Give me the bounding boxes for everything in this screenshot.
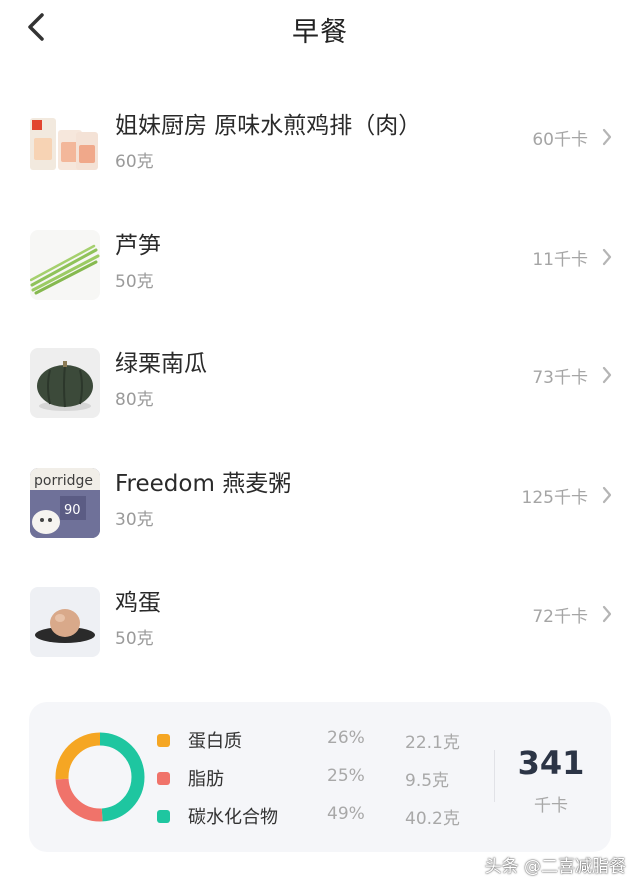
macro-name: 脂肪	[188, 769, 224, 790]
macro-row-carbs: 碳水化合物 49% 40.2克	[157, 803, 487, 833]
food-item-3[interactable]: 绿栗南瓜 80克 73千卡	[0, 338, 640, 448]
food-name: 姐妹厨房 原味水煎鸡排（肉）	[115, 113, 422, 139]
macro-name: 碳水化合物	[188, 807, 278, 828]
food-calories: 60千卡	[532, 130, 588, 150]
total-calories-unit: 千卡	[534, 796, 568, 816]
food-calories: 125千卡	[521, 488, 588, 508]
macro-percent: 26%	[327, 728, 365, 748]
svg-text:porridge: porridge	[34, 473, 93, 489]
macro-row-protein: 蛋白质 26% 22.1克	[157, 727, 487, 757]
fat-color-dot	[157, 772, 170, 785]
summary-divider	[494, 750, 495, 802]
food-calories: 11千卡	[532, 250, 588, 270]
chicken-breast-package-thumbnail	[30, 110, 100, 180]
macro-percent: 25%	[327, 766, 365, 786]
macro-grams: 22.1克	[405, 733, 460, 753]
macro-grams: 9.5克	[405, 771, 450, 791]
chevron-right-icon	[602, 248, 612, 266]
food-name: 芦笋	[115, 233, 161, 259]
pumpkin-thumbnail	[30, 348, 100, 418]
food-weight: 80克	[115, 390, 154, 410]
food-calories: 72千卡	[532, 607, 588, 627]
food-item-4[interactable]: porridge 90 Freedom 燕麦粥 30克 125千卡	[0, 458, 640, 568]
nutrition-summary-card: 蛋白质 26% 22.1克 脂肪 25% 9.5克 碳水化合物 49% 40.2…	[29, 702, 611, 852]
macro-name: 蛋白质	[188, 731, 242, 752]
total-calories: 341	[517, 744, 585, 782]
chevron-right-icon	[602, 128, 612, 146]
food-calories: 73千卡	[532, 368, 588, 388]
chevron-right-icon	[602, 486, 612, 504]
carbs-color-dot	[157, 810, 170, 823]
food-weight: 30克	[115, 510, 154, 530]
chevron-right-icon	[602, 605, 612, 623]
nav-header: 早餐	[0, 0, 640, 60]
food-item-5[interactable]: 鸡蛋 50克 72千卡	[0, 577, 640, 687]
svg-text:90: 90	[64, 503, 81, 518]
page-title: 早餐	[292, 17, 348, 48]
macro-grams: 40.2克	[405, 809, 460, 829]
porridge-package-thumbnail: porridge 90	[30, 468, 100, 538]
food-name: 绿栗南瓜	[115, 351, 207, 377]
food-weight: 60克	[115, 152, 154, 172]
macro-percent: 49%	[327, 804, 365, 824]
chevron-right-icon	[602, 366, 612, 384]
asparagus-thumbnail	[30, 230, 100, 300]
watermark: 头条 @二喜减脂餐	[484, 857, 626, 877]
food-item-1[interactable]: 姐妹厨房 原味水煎鸡排（肉） 60克 60千卡	[0, 100, 640, 210]
food-weight: 50克	[115, 629, 154, 649]
donut-segments	[55, 732, 145, 822]
food-name: Freedom 燕麦粥	[115, 471, 292, 497]
food-name: 鸡蛋	[115, 590, 161, 616]
macro-row-fat: 脂肪 25% 9.5克	[157, 765, 487, 795]
food-item-2[interactable]: 芦笋 50克 11千卡	[0, 220, 640, 330]
egg-on-plate-thumbnail	[30, 587, 100, 657]
macro-donut-chart	[55, 732, 145, 822]
food-weight: 50克	[115, 272, 154, 292]
protein-color-dot	[157, 734, 170, 747]
